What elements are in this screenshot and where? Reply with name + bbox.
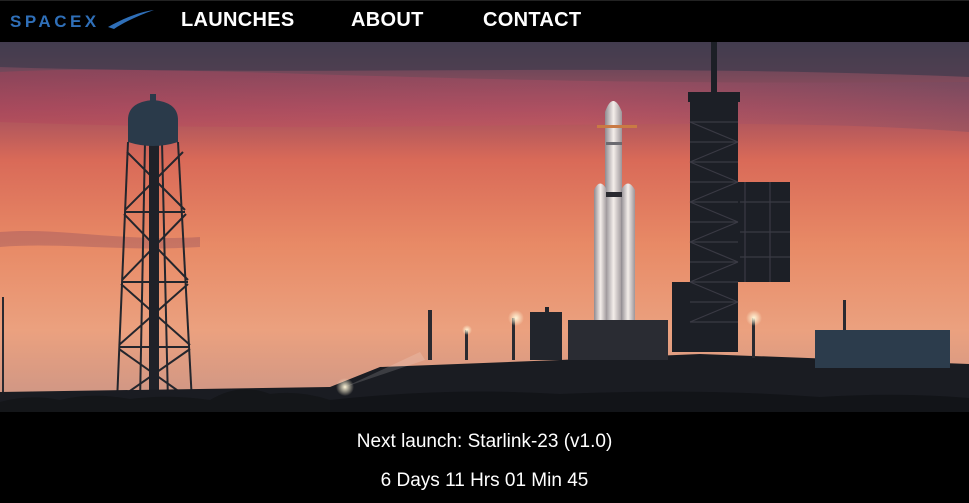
nav-contact-link[interactable]: CONTACT — [483, 9, 581, 32]
nav-launches-link[interactable]: LAUNCHES — [181, 9, 295, 32]
page: SPACEX LAUNCHES ABOUT CONTACT Next launc… — [0, 0, 969, 503]
spacex-logo[interactable]: SPACEX — [8, 5, 158, 35]
top-navbar: SPACEX LAUNCHES ABOUT CONTACT — [0, 0, 969, 42]
next-launch-panel: Next launch: Starlink-23 (v1.0) 6 Days 1… — [0, 412, 969, 503]
logo-swoosh-icon — [108, 10, 154, 29]
nav-about-link[interactable]: ABOUT — [351, 9, 424, 32]
hero-image — [0, 42, 969, 412]
launch-pad-scene — [0, 42, 969, 412]
launch-countdown: 6 Days 11 Hrs 01 Min 45 — [380, 470, 589, 491]
next-launch-label: Next launch: Starlink-23 (v1.0) — [356, 431, 613, 452]
logo-text: SPACEX — [10, 12, 100, 31]
